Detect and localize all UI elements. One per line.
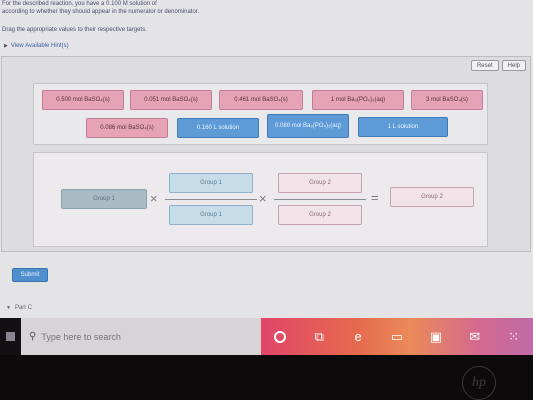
drag-drop-panel: Reset Help 0.500 mol BaSO₄(s) 0.051 mol … xyxy=(1,56,531,252)
collapse-triangle-icon: ▼ xyxy=(6,305,11,311)
result-drop-target[interactable]: Group 2 xyxy=(390,187,474,207)
store-icon[interactable]: ▣ xyxy=(416,318,455,355)
view-hints-link[interactable]: ▶ View Available Hint(s) xyxy=(4,43,69,49)
tile-label: 0.160 L solution xyxy=(196,125,240,131)
tile-label: 1 mol Ba₃(PO₄)₂(aq) xyxy=(330,97,386,103)
reset-button[interactable]: Reset xyxy=(470,60,499,71)
fraction1-denominator-target[interactable]: Group 1 xyxy=(169,205,253,225)
view-hints-label: View Available Hint(s) xyxy=(10,43,69,49)
fraction2-denominator-target[interactable]: Group 2 xyxy=(278,205,362,225)
tile-3-mol-baso4[interactable]: 3 mol BaSO₄(s) xyxy=(411,90,483,110)
answer-bank: 0.500 mol BaSO₄(s) 0.051 mol BaSO₄(s) 0.… xyxy=(33,83,488,145)
fraction1-bar xyxy=(165,199,257,200)
intro-line-1: For the described reaction, you have a 0… xyxy=(2,1,157,7)
tile-label: 0.051 mol BaSO₄(s) xyxy=(144,97,198,103)
edge-browser-icon[interactable]: e xyxy=(339,318,378,355)
tile-0080-mol-ba3po42[interactable]: 0.080 mol Ba₃(PO₄)₂(aq) xyxy=(267,114,349,138)
tile-label: 0.086 mol BaSO₄(s) xyxy=(100,125,154,131)
laptop-bezel xyxy=(0,355,533,400)
times-sign-2: × xyxy=(259,191,267,206)
part-c-label: Part C xyxy=(14,305,32,311)
intro-text: For the described reaction, you have a 0… xyxy=(2,0,422,16)
fraction1-numerator-target[interactable]: Group 1 xyxy=(169,173,253,193)
search-input[interactable] xyxy=(41,331,232,342)
drag-instruction: Drag the appropriate values to their res… xyxy=(2,27,147,33)
help-button[interactable]: Help xyxy=(501,60,526,71)
browser-screen: For the described reaction, you have a 0… xyxy=(0,0,533,318)
dimensional-analysis-workspace: Group 1 × Group 1 Group 1 × Group 2 Grou… xyxy=(33,152,488,247)
tile-0500-mol-baso4[interactable]: 0.500 mol BaSO₄(s) xyxy=(42,90,124,110)
tile-label: 0.500 mol BaSO₄(s) xyxy=(56,97,110,103)
submit-button[interactable]: Submit xyxy=(12,268,48,282)
start-button[interactable] xyxy=(0,318,21,355)
task-view-icon[interactable]: ⧉ xyxy=(300,318,339,355)
left-drop-target[interactable]: Group 1 xyxy=(61,189,147,209)
tile-1-l-solution[interactable]: 1 L solution xyxy=(358,117,448,137)
tile-label: 0.080 mol Ba₃(PO₄)₂(aq) xyxy=(275,123,341,129)
apps-icon[interactable]: ⁙ xyxy=(494,318,533,355)
taskbar-search[interactable]: ⚲ xyxy=(21,318,261,355)
taskbar-app-icons: ⧉ e ▭ ▣ ✉ ⁙ xyxy=(261,318,533,355)
mail-icon[interactable]: ✉ xyxy=(455,318,494,355)
tile-0160-l-solution[interactable]: 0.160 L solution xyxy=(177,118,259,138)
tile-1-mol-ba3po42[interactable]: 1 mol Ba₃(PO₄)₂(aq) xyxy=(312,90,404,110)
file-explorer-icon[interactable]: ▭ xyxy=(378,318,417,355)
tile-0086-mol-baso4[interactable]: 0.086 mol BaSO₄(s) xyxy=(86,118,168,138)
intro-line-2: according to whether they should appear … xyxy=(2,9,200,15)
panel-toolbar: Reset Help xyxy=(470,60,526,71)
search-icon: ⚲ xyxy=(29,331,37,342)
windows-logo-icon xyxy=(6,332,15,341)
tile-0461-mol-baso4[interactable]: 0.461 mol BaSO₄(s) xyxy=(219,90,303,110)
fraction2-numerator-target[interactable]: Group 2 xyxy=(278,173,362,193)
tile-label: 0.461 mol BaSO₄(s) xyxy=(234,97,288,103)
windows-taskbar: ⚲ ⧉ e ▭ ▣ ✉ ⁙ xyxy=(0,318,533,355)
tile-label: 3 mol BaSO₄(s) xyxy=(426,97,468,103)
tile-0051-mol-baso4[interactable]: 0.051 mol BaSO₄(s) xyxy=(130,90,212,110)
part-c-header[interactable]: ▼ Part C xyxy=(6,305,32,311)
equals-sign: = xyxy=(371,190,379,205)
fraction2-bar xyxy=(274,199,366,200)
cortana-icon[interactable] xyxy=(261,318,300,355)
times-sign-1: × xyxy=(150,191,158,206)
expand-triangle-icon: ▶ xyxy=(4,43,8,49)
tile-label: 1 L solution xyxy=(387,124,419,130)
hp-logo-icon: hp xyxy=(462,366,496,400)
